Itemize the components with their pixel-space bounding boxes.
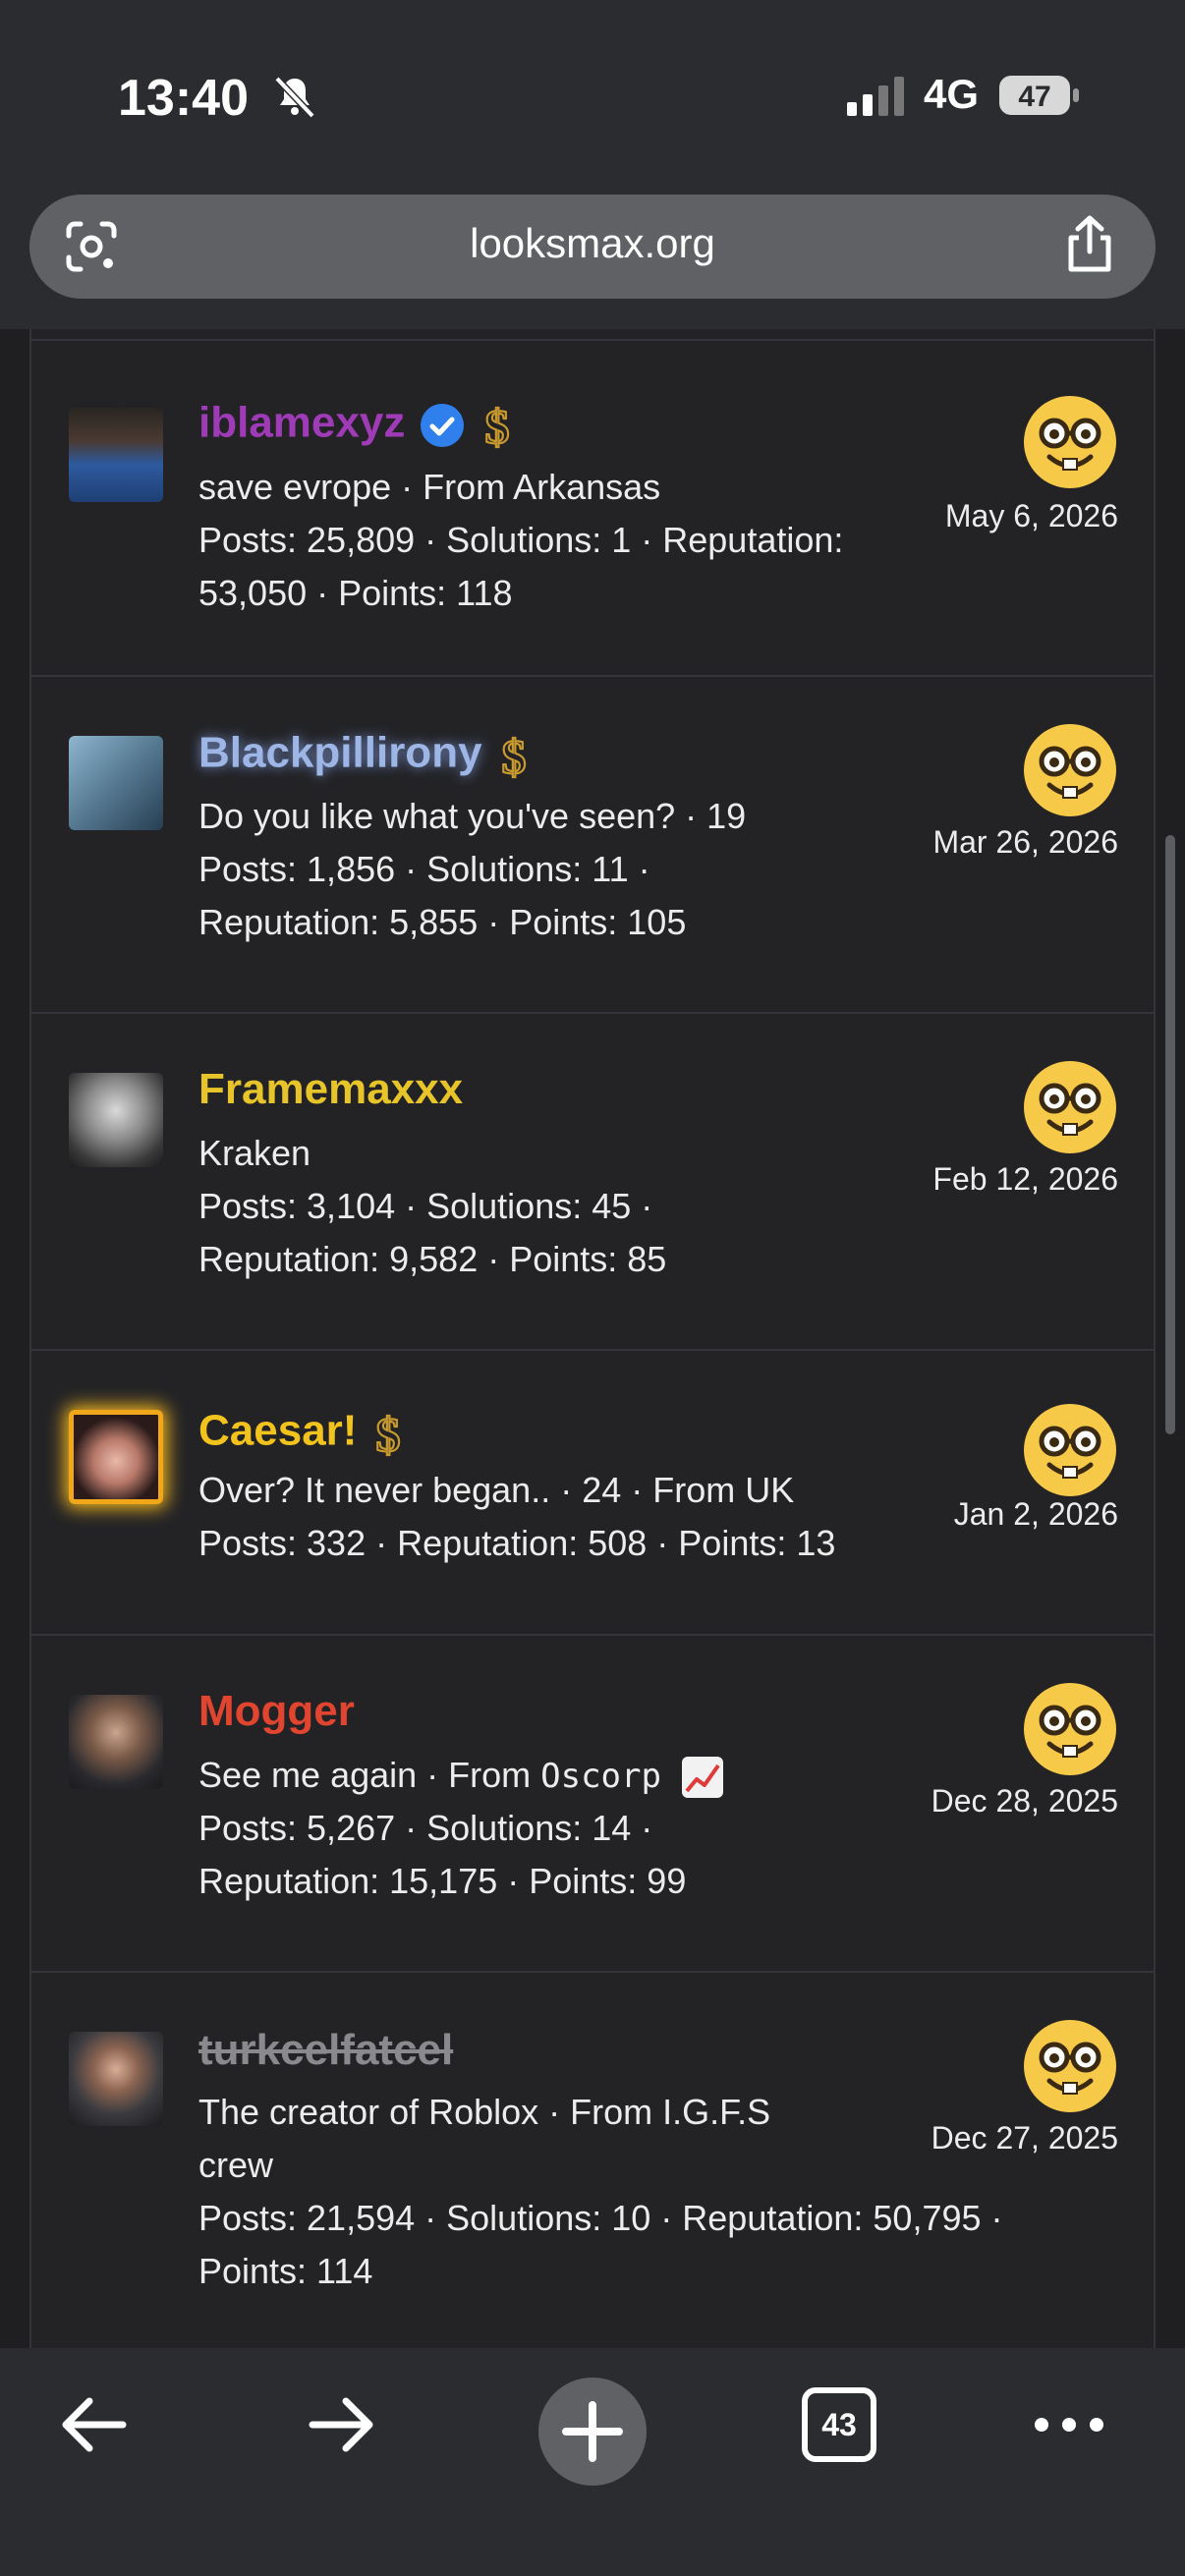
scrollbar[interactable] [1165, 835, 1175, 1434]
date: Dec 28, 2025 [931, 1783, 1118, 1819]
dollar-icon: $ [484, 398, 511, 453]
avatar[interactable] [69, 1410, 163, 1504]
avatar[interactable] [69, 1695, 163, 1789]
username[interactable]: Mogger [198, 1687, 355, 1735]
username[interactable]: Blackpillirony [198, 729, 482, 777]
back-arrow-icon[interactable] [54, 2385, 133, 2464]
avatar[interactable] [69, 2032, 163, 2126]
list-item[interactable]: Mogger See me again · From Oscorp Posts:… [31, 1634, 1154, 1971]
network-type: 4G [924, 71, 980, 117]
plus-icon [562, 2401, 623, 2462]
list-item[interactable]: iblamexyz $ save evrope · From Arkansas P… [31, 339, 1154, 675]
member-title: The creator of Roblox · From I.G.F.S [198, 2092, 771, 2132]
browser-chrome-top: 13:40 4G 47 looksmax.org [0, 0, 1185, 329]
member-title: crew [198, 2145, 274, 2185]
svg-text:$: $ [376, 1407, 401, 1461]
member-stats: Posts: 3,104 · Solutions: 45 · [198, 1186, 653, 1226]
avatar[interactable] [69, 408, 163, 502]
nerd-face-icon [1024, 724, 1116, 816]
nerd-face-icon [1024, 396, 1116, 488]
list-item[interactable]: Blackpillirony $ Do you like what you've … [31, 675, 1154, 1012]
dollar-icon: $ [500, 728, 527, 783]
member-title: Do you like what you've seen? · 19 [198, 796, 747, 836]
date: Dec 27, 2025 [931, 2120, 1118, 2156]
verified-badge-icon [421, 404, 465, 447]
dollar-icon: $ [375, 1406, 402, 1461]
nerd-face-icon [1024, 1404, 1116, 1496]
member-stats: Points: 114 [198, 2251, 373, 2291]
date: Mar 26, 2026 [932, 824, 1118, 860]
date: May 6, 2026 [944, 498, 1118, 533]
username[interactable]: Framemaxxx [198, 1065, 463, 1113]
username[interactable]: iblamexyz [198, 399, 405, 447]
more-options-icon[interactable] [1030, 2385, 1108, 2464]
new-tab-button[interactable] [538, 2378, 647, 2486]
member-title: save evrope · From Arkansas [198, 467, 661, 507]
member-stats: 53,050 · Points: 118 [198, 573, 513, 613]
member-title: See me again · From Oscorp [198, 1749, 724, 1803]
username[interactable]: Caesar! [198, 1407, 357, 1455]
address-bar[interactable]: looksmax.org [29, 195, 1156, 299]
member-stats: Posts: 1,856 · Solutions: 11 · [198, 849, 650, 889]
avatar[interactable] [69, 1073, 163, 1167]
url-text[interactable]: looksmax.org [29, 220, 1156, 267]
status-time: 13:40 [118, 70, 249, 127]
share-icon[interactable] [1061, 214, 1118, 275]
member-title-text: See me again · From [198, 1755, 541, 1795]
silent-bell-icon [274, 76, 315, 119]
date: Jan 2, 2026 [953, 1496, 1118, 1532]
member-title: Kraken [198, 1133, 311, 1173]
nerd-face-icon [1024, 1061, 1116, 1153]
nerd-face-icon [1024, 2020, 1116, 2112]
member-title: Over? It never began.. · 24 · From UK [198, 1470, 795, 1510]
member-location: Oscorp [540, 1757, 661, 1796]
battery-level: 47 [1018, 81, 1050, 113]
list-item[interactable]: Caesar! $ Over? It never began.. · 24 · F… [31, 1349, 1154, 1634]
username[interactable]: turkcelfatcel [198, 2026, 453, 2074]
date: Feb 12, 2026 [932, 1161, 1118, 1197]
forward-arrow-icon[interactable] [303, 2385, 381, 2464]
chart-increasing-icon [681, 1757, 723, 1799]
list-item[interactable]: Framemaxxx Kraken Posts: 3,104 · Solutio… [31, 1012, 1154, 1349]
svg-text:$: $ [501, 729, 526, 783]
nerd-face-icon [1024, 1683, 1116, 1775]
member-stats: Posts: 5,267 · Solutions: 14 · [198, 1808, 653, 1848]
avatar[interactable] [69, 736, 163, 830]
member-stats: Reputation: 9,582 · Points: 85 [198, 1239, 667, 1279]
cell-signal-icon [847, 77, 904, 116]
browser-toolbar: 43 [0, 2348, 1185, 2576]
member-list: iblamexyz $ save evrope · From Arkansas P… [29, 329, 1156, 2348]
member-stats: Posts: 21,594 · Solutions: 10 · Reputati… [198, 2198, 1003, 2238]
member-stats: Posts: 25,809 · Solutions: 1 · Reputatio… [198, 520, 844, 560]
member-stats: Reputation: 15,175 · Points: 99 [198, 1861, 687, 1901]
list-item[interactable]: turkcelfatcel The creator of Roblox · Fr… [31, 1971, 1154, 2348]
tab-switcher-button[interactable]: 43 [802, 2387, 876, 2462]
svg-text:$: $ [485, 399, 510, 453]
member-stats: Reputation: 5,855 · Points: 105 [198, 902, 687, 942]
battery-icon: 47 [999, 76, 1079, 115]
member-stats: Posts: 332 · Reputation: 508 · Points: 1… [198, 1523, 836, 1563]
